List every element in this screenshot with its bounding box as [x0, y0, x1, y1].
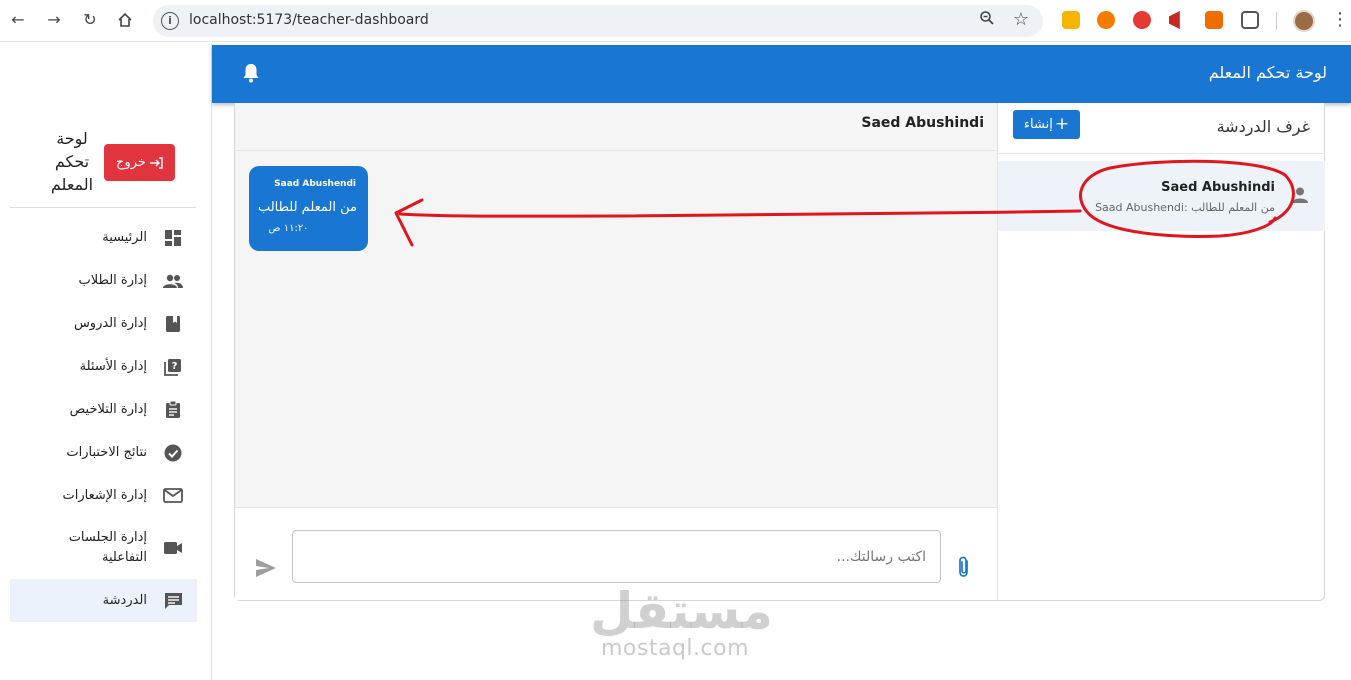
- browser-menu-icon[interactable]: ⋮: [1331, 9, 1349, 30]
- sidebar-item-chat[interactable]: الدردشة: [10, 579, 197, 622]
- app-bar-title: لوحة تحكم المعلم: [1208, 63, 1327, 82]
- rooms-divider: [998, 153, 1325, 154]
- sidebar-item-label: إدارة الطلاب: [78, 272, 147, 288]
- notifications-bell-icon[interactable]: [242, 63, 262, 83]
- chat-rooms-pane: غرف الدردشة إنشاء + Saed Abushindi Saad …: [997, 103, 1325, 600]
- chat-icon: [163, 591, 183, 611]
- sidebar-item-label: الرئيسية: [102, 229, 147, 245]
- message-input[interactable]: [292, 530, 941, 583]
- sidebar-item-sessions[interactable]: إدارة الجلسات التفاعلية: [10, 517, 197, 579]
- watermark-arabic: مستقل: [590, 582, 773, 640]
- quiz-icon: ?: [163, 357, 183, 377]
- sidebar-item-label: إدارة الجلسات التفاعلية: [68, 530, 147, 565]
- conversation-pane: Saed Abushindi Saad Abushendi من المعلم …: [235, 103, 998, 600]
- send-icon[interactable]: [255, 558, 279, 580]
- mail-icon: [163, 486, 183, 506]
- extension-icon[interactable]: [1097, 11, 1115, 29]
- bookmark-star-icon[interactable]: ☆: [1013, 9, 1029, 30]
- chat-panel: Saed Abushindi Saad Abushendi من المعلم …: [234, 103, 1325, 601]
- address-url[interactable]: localhost:5173/teacher-dashboard: [189, 12, 429, 28]
- person-icon: [1291, 186, 1309, 204]
- message-bubble: Saad Abushendi من المعلم للطالب ١١:٢٠ ص: [249, 166, 368, 251]
- attach-icon[interactable]: [956, 556, 976, 580]
- plus-icon: +: [1054, 114, 1070, 134]
- sidebar-item-questions[interactable]: إدارة الأسئلة ?: [10, 345, 197, 388]
- site-info-icon[interactable]: i: [161, 12, 179, 30]
- chat-room-last-sender: Saad Abushendi: [1095, 201, 1184, 214]
- conversation-title: Saed Abushindi: [861, 115, 984, 131]
- profile-avatar[interactable]: [1293, 10, 1315, 32]
- watermark: مستقل mostaql.com: [590, 582, 773, 661]
- address-bar[interactable]: i localhost:5173/teacher-dashboard ☆: [153, 5, 1043, 37]
- message-text: من المعلم للطالب: [257, 200, 357, 215]
- extension-icon[interactable]: [1205, 11, 1223, 29]
- sidebar-item-label: إدارة التلاخيص: [69, 401, 147, 417]
- sidebar-divider: [10, 207, 196, 208]
- message-time: ١١:٢٠ ص: [268, 223, 309, 234]
- logout-label: خروج: [116, 155, 146, 170]
- sidebar-item-label: إدارة الأسئلة: [79, 358, 147, 374]
- watermark-latin: mostaql.com: [600, 636, 750, 661]
- reload-icon[interactable]: ↻: [79, 9, 101, 31]
- svg-text:?: ?: [172, 361, 178, 372]
- sidebar-item-notifications[interactable]: إدارة الإشعارات: [10, 474, 197, 517]
- chat-room-name: Saed Abushindi: [1161, 180, 1275, 195]
- extension-icon[interactable]: [1169, 11, 1180, 29]
- app-bar: لوحة تحكم المعلم: [212, 45, 1351, 103]
- chat-room-last-text: من المعلم للطالب: [1191, 201, 1275, 214]
- sidebar-item-results[interactable]: نتائج الاختبارات: [10, 431, 197, 474]
- check-circle-icon: [163, 443, 183, 463]
- dashboard-icon: [163, 228, 183, 248]
- extension-icon[interactable]: [1062, 11, 1080, 29]
- create-room-button[interactable]: إنشاء +: [1013, 110, 1080, 139]
- sidebar-item-label: إدارة الدروس: [73, 315, 147, 331]
- chat-room-item[interactable]: Saed Abushindi Saad Abushendi: من المعلم…: [998, 161, 1325, 231]
- toolbar-separator: [1276, 12, 1277, 30]
- back-icon[interactable]: ←: [7, 9, 29, 31]
- message-sender: Saad Abushendi: [274, 179, 356, 189]
- sidebar-item-label: نتائج الاختبارات: [66, 444, 147, 460]
- sidebar: لوحة تحكم المعلم خروج الرئيسية إدارة الط…: [0, 43, 212, 680]
- forward-icon[interactable]: →: [43, 9, 65, 31]
- sidebar-item-label: الدردشة: [102, 592, 147, 608]
- video-icon: [163, 538, 183, 558]
- clipboard-icon: [163, 400, 183, 420]
- sidebar-item-lessons[interactable]: إدارة الدروس: [10, 302, 197, 345]
- sidebar-menu: الرئيسية إدارة الطلاب إدارة الدروس إدارة…: [10, 216, 197, 622]
- people-icon: [163, 271, 183, 291]
- logout-icon: [149, 156, 163, 169]
- create-room-label: إنشاء: [1023, 117, 1053, 132]
- sidebar-item-label: إدارة الإشعارات: [62, 487, 147, 503]
- sidebar-title: لوحة تحكم المعلم: [50, 129, 94, 194]
- book-icon: [163, 314, 183, 334]
- zoom-icon[interactable]: [979, 10, 995, 30]
- sidebar-item-students[interactable]: إدارة الطلاب: [10, 259, 197, 302]
- home-icon[interactable]: [114, 9, 136, 31]
- chat-room-last-message: Saad Abushendi: من المعلم للطالب: [1095, 201, 1275, 214]
- extensions-puzzle-icon[interactable]: [1241, 11, 1259, 29]
- sidebar-item-home[interactable]: الرئيسية: [10, 216, 197, 259]
- conversation-header: Saed Abushindi: [235, 103, 998, 151]
- extension-icon[interactable]: [1133, 11, 1151, 29]
- sidebar-item-summaries[interactable]: إدارة التلاخيص: [10, 388, 197, 431]
- chat-rooms-title: غرف الدردشة: [1216, 117, 1310, 136]
- logout-button[interactable]: خروج: [104, 144, 175, 181]
- browser-toolbar: ← → ↻ i localhost:5173/teacher-dashboard…: [0, 0, 1351, 42]
